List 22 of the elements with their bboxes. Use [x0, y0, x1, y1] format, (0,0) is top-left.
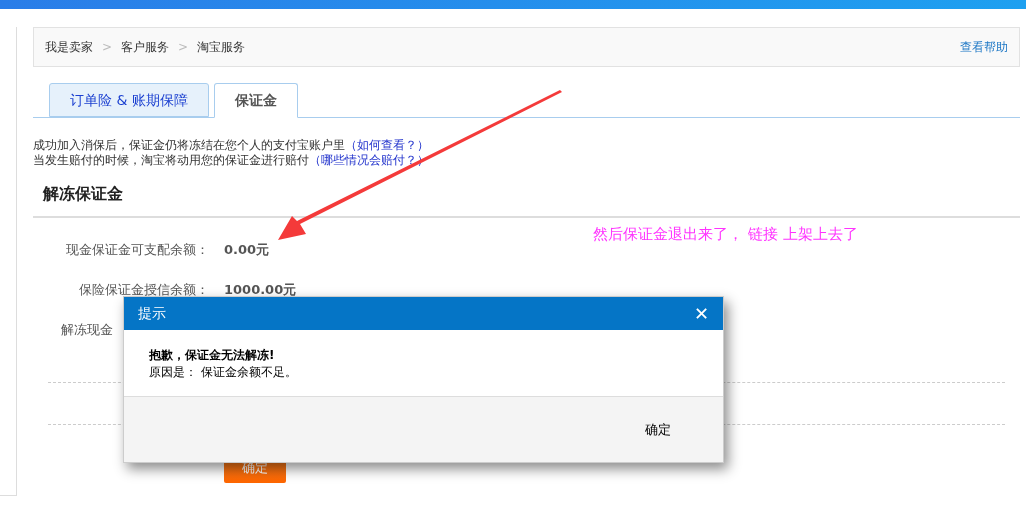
breadcrumb-separator: > — [177, 39, 190, 56]
help-link[interactable]: 查看帮助 — [960, 38, 1008, 56]
tab[interactable]: 订单险 & 账期保障 — [49, 83, 209, 117]
breadcrumb-separator: > — [101, 39, 114, 56]
field-label: 保险保证金授信余额： — [78, 281, 209, 300]
dialog-title: 提示 — [138, 304, 166, 323]
tab[interactable]: 保证金 — [213, 83, 298, 118]
dialog-message: 抱歉，保证金无法解冻! — [149, 347, 276, 364]
annotation-text: 然后保证金退出来了， 链接 上架上去了 — [593, 224, 858, 245]
close-button[interactable]: ✕ — [693, 304, 709, 323]
breadcrumb-link[interactable]: 我是卖家 — [45, 38, 93, 56]
info-text: 成功加入消保后，保证金仍将冻结在您个人的支付宝账户里 — [33, 138, 345, 152]
dialog-confirm-button[interactable]: 确定 — [643, 419, 673, 440]
breadcrumb-link[interactable]: 淘宝服务 — [197, 38, 246, 56]
field-value: 1000.00元 — [224, 281, 297, 300]
help-link[interactable]: （如何查看？） — [345, 138, 429, 152]
info-text: 当发生赔付的时候，淘宝将动用您的保证金进行赔付 — [33, 153, 309, 167]
field-value: 0.00元 — [224, 241, 270, 260]
breadcrumb-link[interactable]: 客户服务 — [121, 38, 170, 56]
dialog-reason: 原因是： 保证金余额不足。 — [149, 364, 298, 381]
field-label: 解冻现金 — [60, 321, 114, 340]
field-label: 现金保证金可支配余额： — [65, 241, 209, 260]
